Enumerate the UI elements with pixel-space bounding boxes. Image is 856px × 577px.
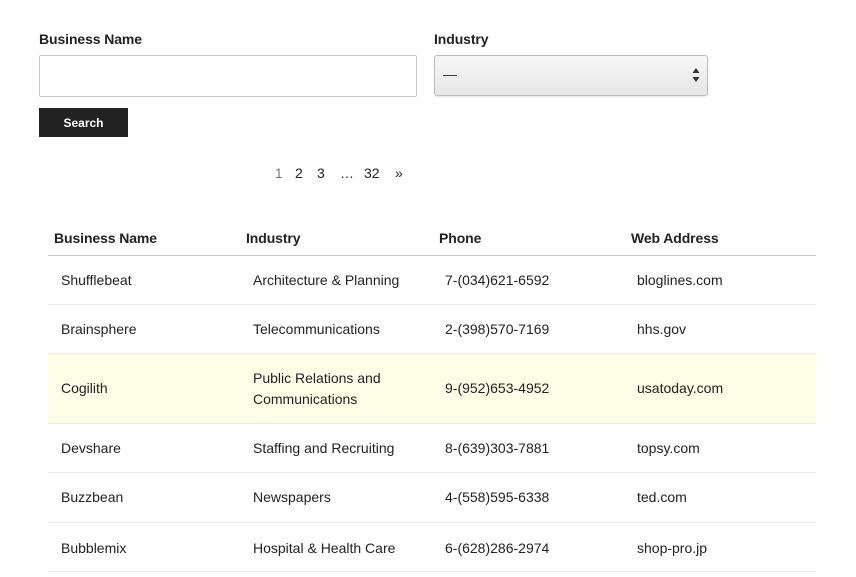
cell-business-name: Buzzbean [61,489,124,505]
cell-phone: 8-(639)303-7881 [445,440,550,456]
pagination: 1 2 3 … 32 » [0,164,856,184]
page-ellipsis: … [340,165,354,181]
cell-phone: 6-(628)286-2974 [445,540,550,556]
table-row: Bubblemix Hospital & Health Care 6-(628)… [48,523,816,572]
column-header-phone: Phone [439,230,482,246]
cell-business-name: Brainsphere [61,321,137,337]
column-header-business-name: Business Name [54,230,157,246]
cell-phone: 4-(558)595-6338 [445,489,550,505]
page-3-link[interactable]: 3 [317,165,325,181]
industry-select[interactable]: — [434,55,708,96]
cell-phone: 9-(952)653-4952 [445,380,550,396]
cell-phone: 2-(398)570-7169 [445,321,550,337]
cell-business-name: Devshare [61,440,121,456]
cell-web-address: ted.com [637,489,687,505]
cell-industry: Telecommunications [253,321,380,337]
cell-industry: Architecture & Planning [253,272,400,288]
table-row: Devshare Staffing and Recruiting 8-(639)… [48,424,816,473]
cell-web-address: shop-pro.jp [637,540,708,556]
table-row: Buzzbean Newspapers 4-(558)595-6338 ted.… [48,473,816,523]
industry-label: Industry [434,31,489,47]
cell-business-name: Bubblemix [61,540,127,556]
cell-industry: Newspapers [253,489,331,505]
cell-industry: Hospital & Health Care [253,540,396,556]
page-1-current: 1 [275,166,283,181]
business-name-input[interactable] [39,55,417,97]
table-header: Business Name Industry Phone Web Address [48,220,816,256]
table-row-highlighted: Cogilith Public Relations and Communicat… [48,354,816,424]
search-form: Business Name Industry — Search [39,0,719,140]
results-table: Business Name Industry Phone Web Address… [48,220,816,572]
cell-business-name: Shufflebeat [61,272,132,288]
cell-industry: Staffing and Recruiting [253,440,395,456]
column-header-web-address: Web Address [631,230,719,246]
cell-web-address: usatoday.com [637,380,724,396]
business-name-label: Business Name [39,31,142,47]
cell-business-name: Cogilith [61,380,108,396]
table-row: Shufflebeat Architecture & Planning 7-(0… [48,256,816,305]
next-page-link[interactable]: » [395,165,403,181]
cell-web-address: topsy.com [637,440,700,456]
page-32-link[interactable]: 32 [364,165,380,181]
cell-web-address: hhs.gov [637,321,687,337]
cell-industry: Public Relations and Communications [253,370,381,407]
industry-selected-value: — [443,66,457,82]
column-header-industry: Industry [246,230,301,246]
search-button[interactable]: Search [39,108,128,137]
table-row: Brainsphere Telecommunications 2-(398)57… [48,305,816,354]
cell-web-address: bloglines.com [637,272,723,288]
page-2-link[interactable]: 2 [295,165,303,181]
select-arrows-icon [691,66,701,84]
cell-phone: 7-(034)621-6592 [445,272,550,288]
